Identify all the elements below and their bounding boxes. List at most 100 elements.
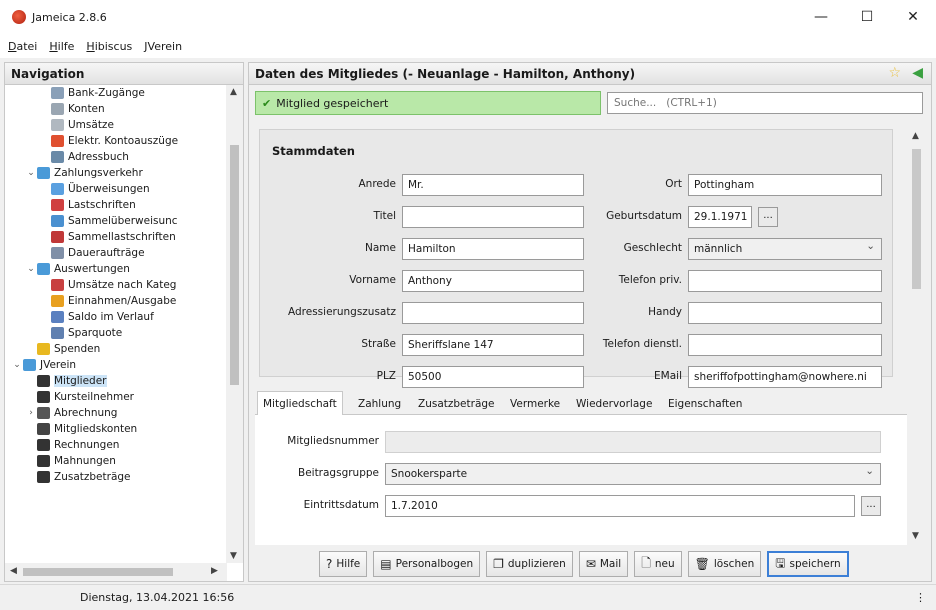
nav-item-icon	[37, 423, 50, 435]
nav-item[interactable]: Kursteilnehmer	[5, 389, 227, 405]
expand-toggle-icon[interactable]: ⌄	[11, 360, 23, 370]
nav-item-icon	[37, 455, 50, 467]
nav-item[interactable]: Mahnungen	[5, 453, 227, 469]
nav-item[interactable]: Adressbuch	[5, 149, 227, 165]
nav-item[interactable]: Sammellastschriften	[5, 229, 227, 245]
scroll-left-icon[interactable]: ◀	[10, 566, 17, 576]
eintrittsdatum-field[interactable]: 1.7.2010	[385, 495, 855, 517]
panel-title: Daten des Mitgliedes (- Neuanlage - Hami…	[255, 66, 636, 81]
beitragsgruppe-dropdown[interactable]: Snookersparte	[385, 463, 881, 485]
menu-jverein[interactable]: JVerein	[144, 40, 182, 53]
nav-item[interactable]: Rechnungen	[5, 437, 227, 453]
nav-item[interactable]: Lastschriften	[5, 197, 227, 213]
nav-item[interactable]: Mitglieder	[5, 373, 227, 389]
nav-item-label: Sammellastschriften	[68, 231, 176, 243]
tab-eigenschaften[interactable]: Eigenschaften	[663, 393, 747, 415]
nav-item-icon	[51, 135, 64, 147]
nav-item[interactable]: Einnahmen/Ausgabe	[5, 293, 227, 309]
scroll-thumb[interactable]	[912, 149, 921, 289]
mail-button[interactable]: ✉ Mail	[578, 551, 629, 577]
name-field[interactable]: Hamilton	[402, 238, 584, 260]
form-vertical-scrollbar[interactable]: ▲ ▼	[908, 129, 925, 543]
nav-item[interactable]: Konten	[5, 101, 227, 117]
scroll-thumb[interactable]	[23, 568, 173, 576]
tab-mitgliedschaft[interactable]: Mitgliedschaft	[257, 391, 343, 415]
nav-item-label: JVerein	[40, 359, 77, 371]
scroll-up-icon[interactable]: ▲	[230, 87, 237, 97]
nav-item[interactable]: Umsätze nach Kateg	[5, 277, 227, 293]
expand-toggle-icon[interactable]: ›	[25, 408, 37, 418]
nav-item[interactable]: Sparquote	[5, 325, 227, 341]
vorname-field[interactable]: Anthony	[402, 270, 584, 292]
tab-wiedervorlage[interactable]: Wiedervorlage	[571, 393, 657, 415]
duplicate-button[interactable]: ❐ duplizieren	[486, 551, 573, 577]
nav-item-label: Saldo im Verlauf	[68, 311, 154, 323]
nav-item[interactable]: Bank-Zugänge	[5, 85, 227, 101]
back-arrow-icon[interactable]: ◀	[912, 65, 923, 81]
scroll-up-icon[interactable]: ▲	[912, 131, 919, 141]
plz-field[interactable]: 50500	[402, 366, 584, 388]
nav-item[interactable]: Spenden	[5, 341, 227, 357]
ort-field[interactable]: Pottingham	[688, 174, 882, 196]
resize-grip-icon[interactable]: ⋮	[915, 591, 926, 604]
geschlecht-dropdown[interactable]: männlich	[688, 238, 882, 260]
personalbogen-button[interactable]: ▤ Personalbogen	[373, 551, 481, 577]
scroll-down-icon[interactable]: ▼	[230, 551, 237, 561]
tab-vermerke[interactable]: Vermerke	[505, 393, 565, 415]
nav-item[interactable]: ⌄ JVerein	[5, 357, 227, 373]
nav-item-label: Daueraufträge	[68, 247, 145, 259]
scroll-down-icon[interactable]: ▼	[912, 531, 919, 541]
nav-horizontal-scrollbar[interactable]: ◀ ▶	[5, 563, 227, 581]
menu-datei[interactable]: Datei	[8, 40, 37, 53]
scroll-thumb[interactable]	[230, 145, 239, 385]
expand-toggle-icon[interactable]: ⌄	[25, 168, 37, 178]
tab-zahlung[interactable]: Zahlung	[353, 393, 406, 415]
plz-label: PLZ	[376, 370, 396, 382]
adressierungszusatz-field[interactable]	[402, 302, 584, 324]
tab-zusatzbetraege[interactable]: Zusatzbeträge	[413, 393, 500, 415]
geburtsdatum-field[interactable]: 29.1.1971	[688, 206, 752, 228]
nav-item[interactable]: Umsätze	[5, 117, 227, 133]
date-picker-button[interactable]: ...	[758, 207, 778, 227]
telefon-priv-label: Telefon priv.	[618, 274, 682, 286]
nav-item[interactable]: Sammelüberweisunc	[5, 213, 227, 229]
expand-toggle-icon[interactable]: ⌄	[25, 264, 37, 274]
name-label: Name	[365, 242, 396, 254]
titel-field[interactable]	[402, 206, 584, 228]
button-label: Hilfe	[336, 558, 361, 570]
anrede-field[interactable]: Mr.	[402, 174, 584, 196]
nav-item[interactable]: Saldo im Verlauf	[5, 309, 227, 325]
nav-item[interactable]: ⌄ Zahlungsverkehr	[5, 165, 227, 181]
email-field[interactable]: sheriffofpottingham@nowhere.ni	[688, 366, 882, 388]
nav-item[interactable]: Überweisungen	[5, 181, 227, 197]
nav-item-label: Sammelüberweisunc	[68, 215, 178, 227]
button-label: löschen	[713, 558, 755, 570]
telefon-priv-field[interactable]	[688, 270, 882, 292]
nav-item[interactable]: Mitgliedskonten	[5, 421, 227, 437]
mitgliedsnummer-field	[385, 431, 881, 453]
new-document-icon: 🗋	[641, 555, 651, 570]
telefon-dienstl-field[interactable]	[688, 334, 882, 356]
nav-item[interactable]: ⌄ Auswertungen	[5, 261, 227, 277]
new-button[interactable]: 🗋 neu	[634, 551, 682, 577]
help-button[interactable]: ? Hilfe	[319, 551, 368, 577]
strasse-field[interactable]: Sheriffslane 147	[402, 334, 584, 356]
scroll-right-icon[interactable]: ▶	[211, 566, 218, 576]
eintrittsdatum-picker-button[interactable]: ...	[861, 496, 881, 516]
handy-field[interactable]	[688, 302, 882, 324]
nav-item-label: Mitgliedskonten	[54, 423, 138, 435]
delete-button[interactable]: 🗑 löschen	[687, 551, 762, 577]
menu-hibiscus[interactable]: Hibiscus	[86, 40, 132, 53]
save-button[interactable]: 🖫 speichern	[767, 551, 849, 577]
close-button[interactable]: ✕	[890, 0, 936, 34]
nav-vertical-scrollbar[interactable]: ▲ ▼	[226, 85, 243, 563]
nav-item[interactable]: › Abrechnung	[5, 405, 227, 421]
nav-item[interactable]: Daueraufträge	[5, 245, 227, 261]
menu-hilfe[interactable]: Hilfe	[49, 40, 74, 53]
minimize-button[interactable]: —	[798, 0, 844, 34]
maximize-button[interactable]: ☐	[844, 0, 890, 34]
search-input[interactable]	[607, 92, 923, 114]
nav-item[interactable]: Zusatzbeträge	[5, 469, 227, 485]
nav-item[interactable]: Elektr. Kontoauszüge	[5, 133, 227, 149]
star-icon[interactable]: ☆	[888, 65, 901, 81]
